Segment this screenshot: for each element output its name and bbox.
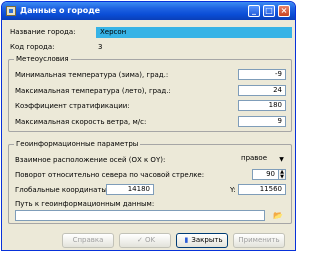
apply-button[interactable]: Применить xyxy=(233,233,285,248)
help-button[interactable]: Справка xyxy=(62,233,114,248)
spin-arrows-icon[interactable]: ▲ ▼ xyxy=(279,169,286,180)
city-name-input[interactable]: Херсон xyxy=(96,27,292,38)
city-code-label: Код города: xyxy=(10,43,55,51)
max-temp-label: Максимальная температура (лето), град.: xyxy=(15,87,171,95)
coord-x-input[interactable]: 14180 xyxy=(106,184,154,195)
min-temp-label: Минимальная температура (зима), град.: xyxy=(15,71,169,79)
geo-group-title: Геоинформационные параметры xyxy=(14,140,141,148)
folder-open-icon[interactable]: 📂 xyxy=(272,210,284,221)
rotation-label: Поворот относительно севера по часовой с… xyxy=(15,171,205,179)
city-code-value: 3 xyxy=(98,43,103,51)
dialog-window: Данные о городе _ □ × Название города: Х… xyxy=(1,1,296,251)
chevron-down-icon[interactable]: ▼ xyxy=(277,154,286,165)
help-button-label: Справка xyxy=(72,236,104,244)
axes-orientation-label: Взаимное расположение осей (ОХ к ОY): xyxy=(15,156,166,164)
min-temp-input[interactable]: -9 xyxy=(238,69,286,80)
geo-path-input[interactable] xyxy=(15,210,265,221)
geo-path-label: Путь к геоинформационным данным: xyxy=(15,200,155,208)
close-window-button[interactable]: × xyxy=(278,5,290,17)
close-button[interactable]: ▮ Закрыть xyxy=(176,233,228,248)
checkmark-icon: ✓ xyxy=(137,236,143,244)
coord-y-label: Y: xyxy=(230,186,236,194)
stratification-label: Коэффициент стратификации: xyxy=(15,102,130,110)
apply-button-label: Применить xyxy=(238,236,280,244)
wind-speed-input[interactable]: 9 xyxy=(238,116,286,127)
ok-button[interactable]: ✓ OK xyxy=(119,233,171,248)
city-name-label: Название города: xyxy=(10,28,76,36)
meteo-group-title: Метеоусловия xyxy=(14,55,71,63)
maximize-button[interactable]: □ xyxy=(263,5,275,17)
wind-speed-label: Максимальная скорость ветра, м/с: xyxy=(15,118,147,126)
window-title: Данные о городе xyxy=(20,6,101,15)
app-icon xyxy=(6,6,16,16)
rotation-input[interactable]: 90 xyxy=(252,169,279,180)
stratification-input[interactable]: 180 xyxy=(238,100,286,111)
coord-y-input[interactable]: 11560 xyxy=(238,184,286,195)
ok-button-label: OK xyxy=(144,236,156,244)
max-temp-input[interactable]: 24 xyxy=(238,85,286,96)
title-bar[interactable]: Данные о городе _ □ × xyxy=(2,2,295,20)
door-icon: ▮ xyxy=(184,236,189,244)
minimize-button[interactable]: _ xyxy=(248,5,260,17)
close-button-label: Закрыть xyxy=(191,236,223,244)
coords-x-label: Глобальные координаты, X: xyxy=(15,186,119,194)
